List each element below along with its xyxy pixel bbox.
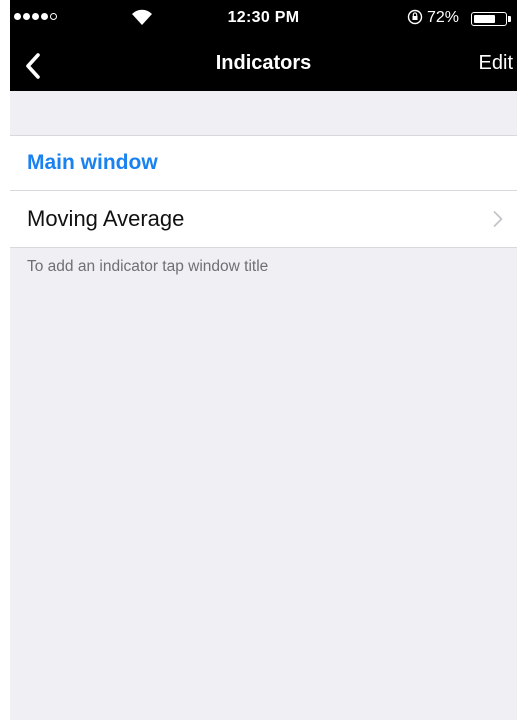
edit-button[interactable]: Edit [479,52,513,75]
page-title: Indicators [215,52,312,74]
indicator-list: Main window Moving Average [10,135,517,248]
main-window-title[interactable]: Main window [10,136,517,191]
battery-percent: 72% [427,9,460,26]
screen: 12:30 PM 72% Indicators Edit Main window [0,0,517,720]
list-item-moving-average[interactable]: Moving Average [10,191,517,247]
battery-icon [471,12,507,26]
status-bar: 12:30 PM 72% [10,0,517,40]
rotation-lock-icon [407,9,423,25]
navigation-bar: Indicators Edit [10,40,517,91]
hint-text: To add an indicator tap window title [27,258,269,275]
battery-level-fill [474,15,495,23]
battery-tip [508,16,511,22]
chevron-right-icon [493,211,503,227]
app-view: 12:30 PM 72% Indicators Edit Main window [10,0,517,720]
list-item-label: Moving Average [27,206,185,231]
